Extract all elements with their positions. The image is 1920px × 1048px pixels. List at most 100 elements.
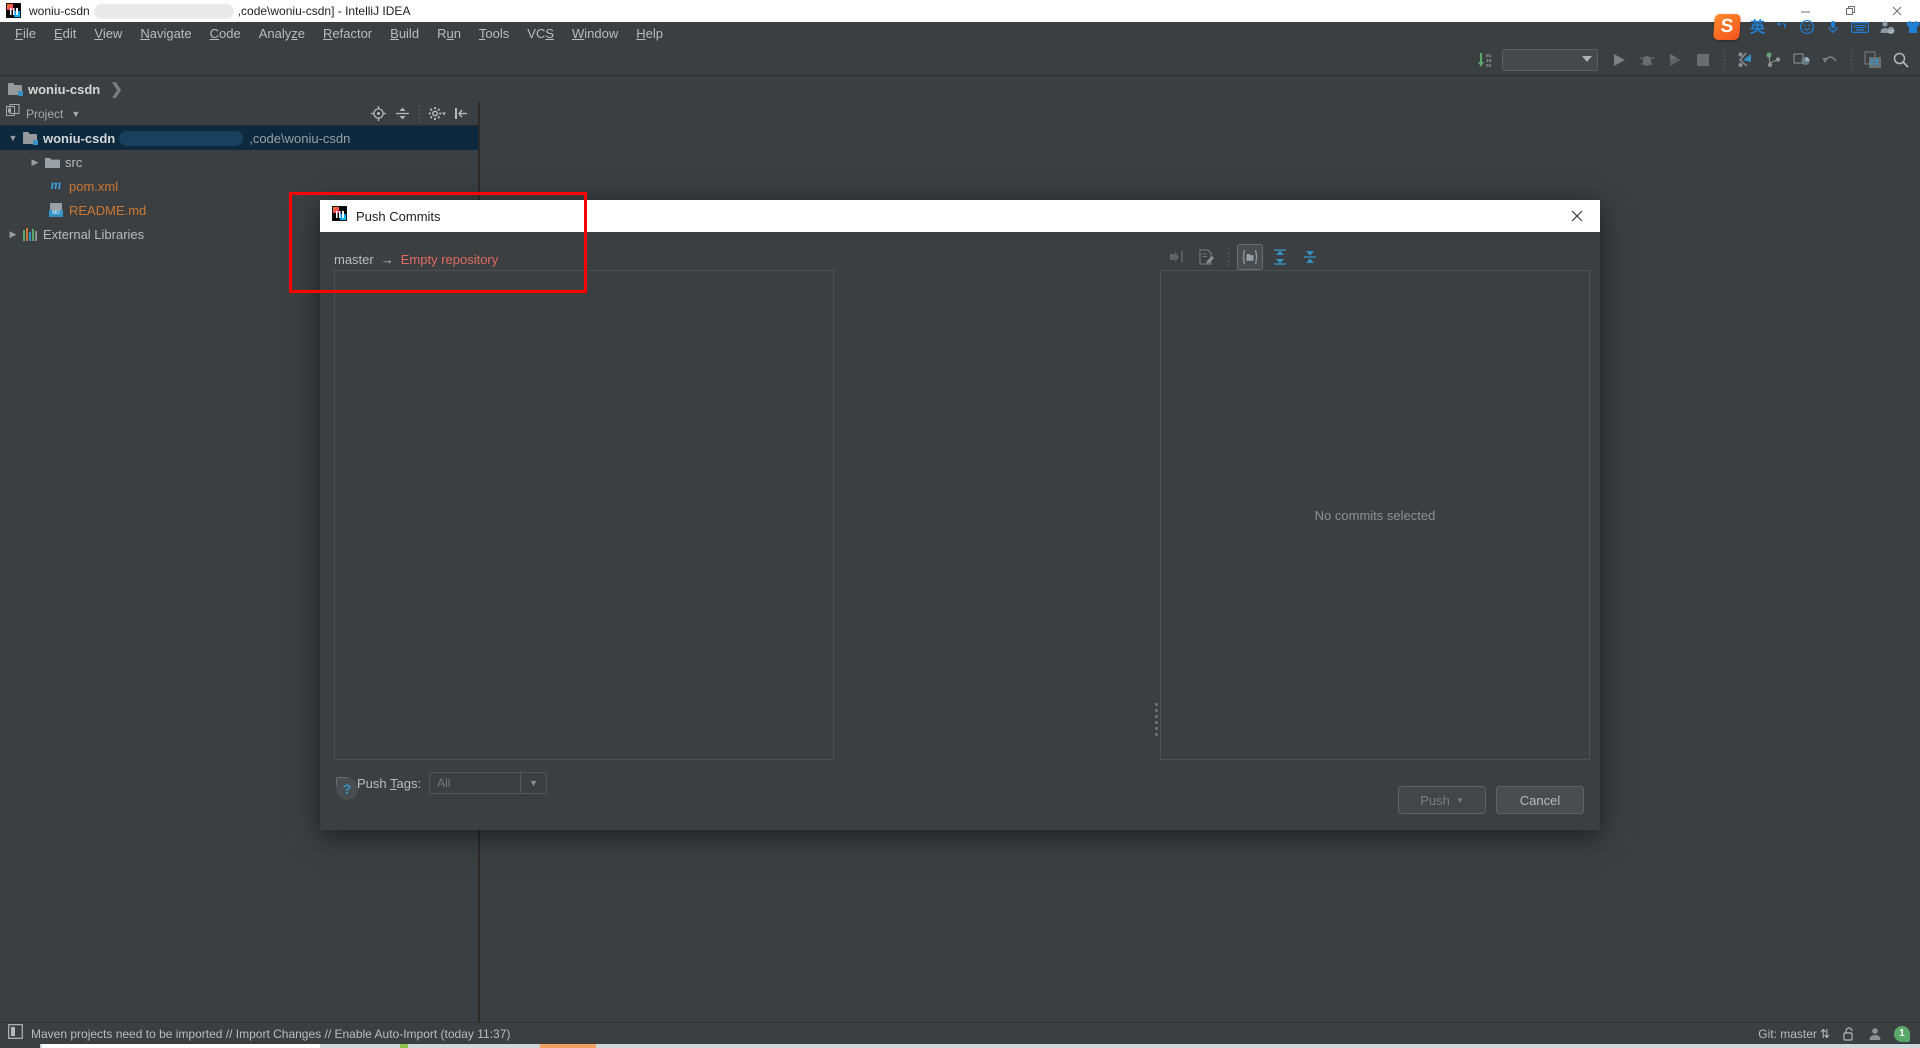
- diff-icon[interactable]: [1789, 47, 1815, 73]
- soft-keyboard-icon[interactable]: [1851, 21, 1870, 34]
- commits-list-pane[interactable]: [334, 270, 834, 760]
- target-repository-label[interactable]: Empty repository: [401, 252, 499, 267]
- ime-toolbar[interactable]: S 英 17: [1712, 14, 1920, 40]
- window-title-suffix: ,code\woniu-csdn] - IntelliJ IDEA: [237, 4, 411, 18]
- module-folder-icon: [8, 83, 23, 96]
- chevron-down-icon[interactable]: ▼: [71, 109, 80, 119]
- push-tags-combo-value: All: [437, 776, 451, 790]
- hide-icon[interactable]: [450, 103, 472, 125]
- settings-gear-icon[interactable]: [426, 103, 448, 125]
- tree-expand-arrow-icon[interactable]: ▼: [4, 133, 22, 143]
- tree-node-label: pom.xml: [69, 178, 119, 194]
- maven-notification-icon[interactable]: [8, 1023, 23, 1044]
- redacted-path: [93, 3, 234, 19]
- taskbar-segment: [540, 1044, 596, 1048]
- no-commits-selected-message: No commits selected: [1314, 507, 1436, 523]
- help-button[interactable]: ?: [336, 778, 358, 800]
- toolbox-icon[interactable]: 17: [1879, 19, 1895, 35]
- update-project-vcs-icon[interactable]: [1733, 47, 1759, 73]
- lock-icon[interactable]: [1842, 1026, 1856, 1041]
- collapse-all-icon[interactable]: [1297, 244, 1323, 270]
- project-toolbar-separator: [419, 104, 420, 123]
- search-everywhere-icon[interactable]: [1888, 47, 1914, 73]
- vcs-branch-widget[interactable]: Git: master ⇅: [1758, 1027, 1830, 1041]
- push-commits-dialog: Push Commits master → Empty repository N…: [320, 200, 1600, 830]
- debug-icon[interactable]: [1634, 47, 1660, 73]
- skin-icon[interactable]: [1905, 19, 1920, 35]
- sogou-logo-icon[interactable]: S: [1713, 14, 1741, 40]
- project-pane-header: Project ▼: [0, 102, 478, 126]
- locate-icon[interactable]: [367, 103, 389, 125]
- rollback-icon[interactable]: [1817, 47, 1843, 73]
- main-toolbar: 01 10 01: [0, 44, 1920, 76]
- menu-tools[interactable]: Tools: [470, 24, 518, 43]
- breadcrumb[interactable]: woniu-csdn ❯: [8, 80, 123, 98]
- coverage-icon[interactable]: [1662, 47, 1688, 73]
- push-tags-combo[interactable]: All ▼: [429, 772, 548, 794]
- chinese-mode-icon[interactable]: 英: [1750, 20, 1765, 35]
- menu-refactor[interactable]: Refactor: [314, 24, 381, 43]
- emoji-icon[interactable]: [1799, 19, 1815, 35]
- arrow-icon: →: [380, 251, 394, 267]
- chevron-down-icon: [1582, 56, 1592, 62]
- tree-node-pom-xml[interactable]: m pom.xml: [0, 174, 478, 198]
- menu-build[interactable]: Build: [381, 24, 428, 43]
- close-icon[interactable]: [1554, 200, 1600, 232]
- toolbar-separator-2: [1851, 50, 1852, 69]
- markdown-file-icon: MD: [48, 202, 64, 218]
- project-pane-title: Project: [26, 106, 64, 121]
- menu-run[interactable]: Run: [428, 24, 470, 43]
- maven-file-icon: m: [50, 178, 62, 193]
- collapse-all-icon[interactable]: [391, 103, 413, 125]
- redacted-path-tree: [119, 130, 244, 146]
- run-icon[interactable]: [1606, 47, 1632, 73]
- intellij-idea-logo-icon: [332, 206, 347, 226]
- cancel-button-label: Cancel: [1519, 792, 1561, 808]
- updown-arrows-icon: ⇅: [1819, 1026, 1830, 1041]
- group-by-directory-icon[interactable]: [1237, 244, 1263, 270]
- menu-view[interactable]: View: [85, 24, 131, 43]
- commit-icon[interactable]: [1761, 47, 1787, 73]
- expand-all-icon[interactable]: [1267, 244, 1293, 270]
- menu-navigate[interactable]: Navigate: [131, 24, 200, 43]
- breadcrumb-label: woniu-csdn: [28, 81, 101, 97]
- taskbar-segment: [0, 1044, 40, 1048]
- show-diff-icon[interactable]: [1194, 244, 1220, 270]
- project-pane-toolbar: [367, 103, 478, 125]
- window-titlebar: woniu-csdn ,code\woniu-csdn] - IntelliJ …: [0, 0, 1920, 22]
- tree-collapse-arrow-icon[interactable]: ▶: [4, 229, 22, 240]
- status-bar: Maven projects need to be imported // Im…: [0, 1022, 1920, 1044]
- tree-node-src[interactable]: ▶ src: [0, 150, 478, 174]
- run-configurations-combo[interactable]: [1502, 48, 1598, 71]
- tree-collapse-arrow-icon[interactable]: ▶: [26, 157, 44, 168]
- menu-edit[interactable]: Edit: [45, 24, 85, 43]
- status-bar-right: Git: master ⇅ 1: [1758, 1025, 1920, 1042]
- status-message[interactable]: Maven projects need to be imported // Im…: [31, 1027, 510, 1041]
- menu-file[interactable]: File: [6, 24, 45, 43]
- menu-analyze[interactable]: Analyze: [250, 24, 314, 43]
- tree-node-label: woniu-csdn: [43, 130, 116, 146]
- voice-input-icon[interactable]: [1825, 19, 1841, 35]
- navigation-bar: woniu-csdn ❯: [0, 76, 1920, 102]
- menu-help[interactable]: Help: [627, 24, 672, 43]
- menu-window[interactable]: Window: [563, 24, 627, 43]
- tree-node-woniu-csdn[interactable]: ▼ woniu-csdn ,code\woniu-csdn: [0, 126, 478, 150]
- person-icon[interactable]: [1868, 1027, 1882, 1041]
- window-title: woniu-csdn ,code\woniu-csdn] - IntelliJ …: [29, 3, 411, 19]
- chevron-down-icon[interactable]: ▼: [520, 773, 546, 793]
- window-title-prefix: woniu-csdn: [29, 4, 90, 18]
- dialog-pane-splitter[interactable]: [1153, 702, 1159, 736]
- menu-code[interactable]: Code: [201, 24, 250, 43]
- menu-vcs[interactable]: VCS: [518, 24, 563, 43]
- push-button[interactable]: Push ▼: [1398, 786, 1486, 814]
- database-icon[interactable]: [1860, 47, 1886, 73]
- update-project-icon[interactable]: 01 10 01: [1474, 47, 1500, 73]
- folder-icon: [44, 154, 60, 170]
- punctuation-icon[interactable]: [1775, 20, 1789, 34]
- notification-badge[interactable]: 1: [1894, 1025, 1910, 1042]
- collapse-changes-icon[interactable]: [1164, 244, 1190, 270]
- project-view-icon: [6, 104, 20, 123]
- cancel-button[interactable]: Cancel: [1496, 786, 1584, 814]
- push-button-label: Push: [1420, 792, 1450, 808]
- stop-icon[interactable]: [1690, 47, 1716, 73]
